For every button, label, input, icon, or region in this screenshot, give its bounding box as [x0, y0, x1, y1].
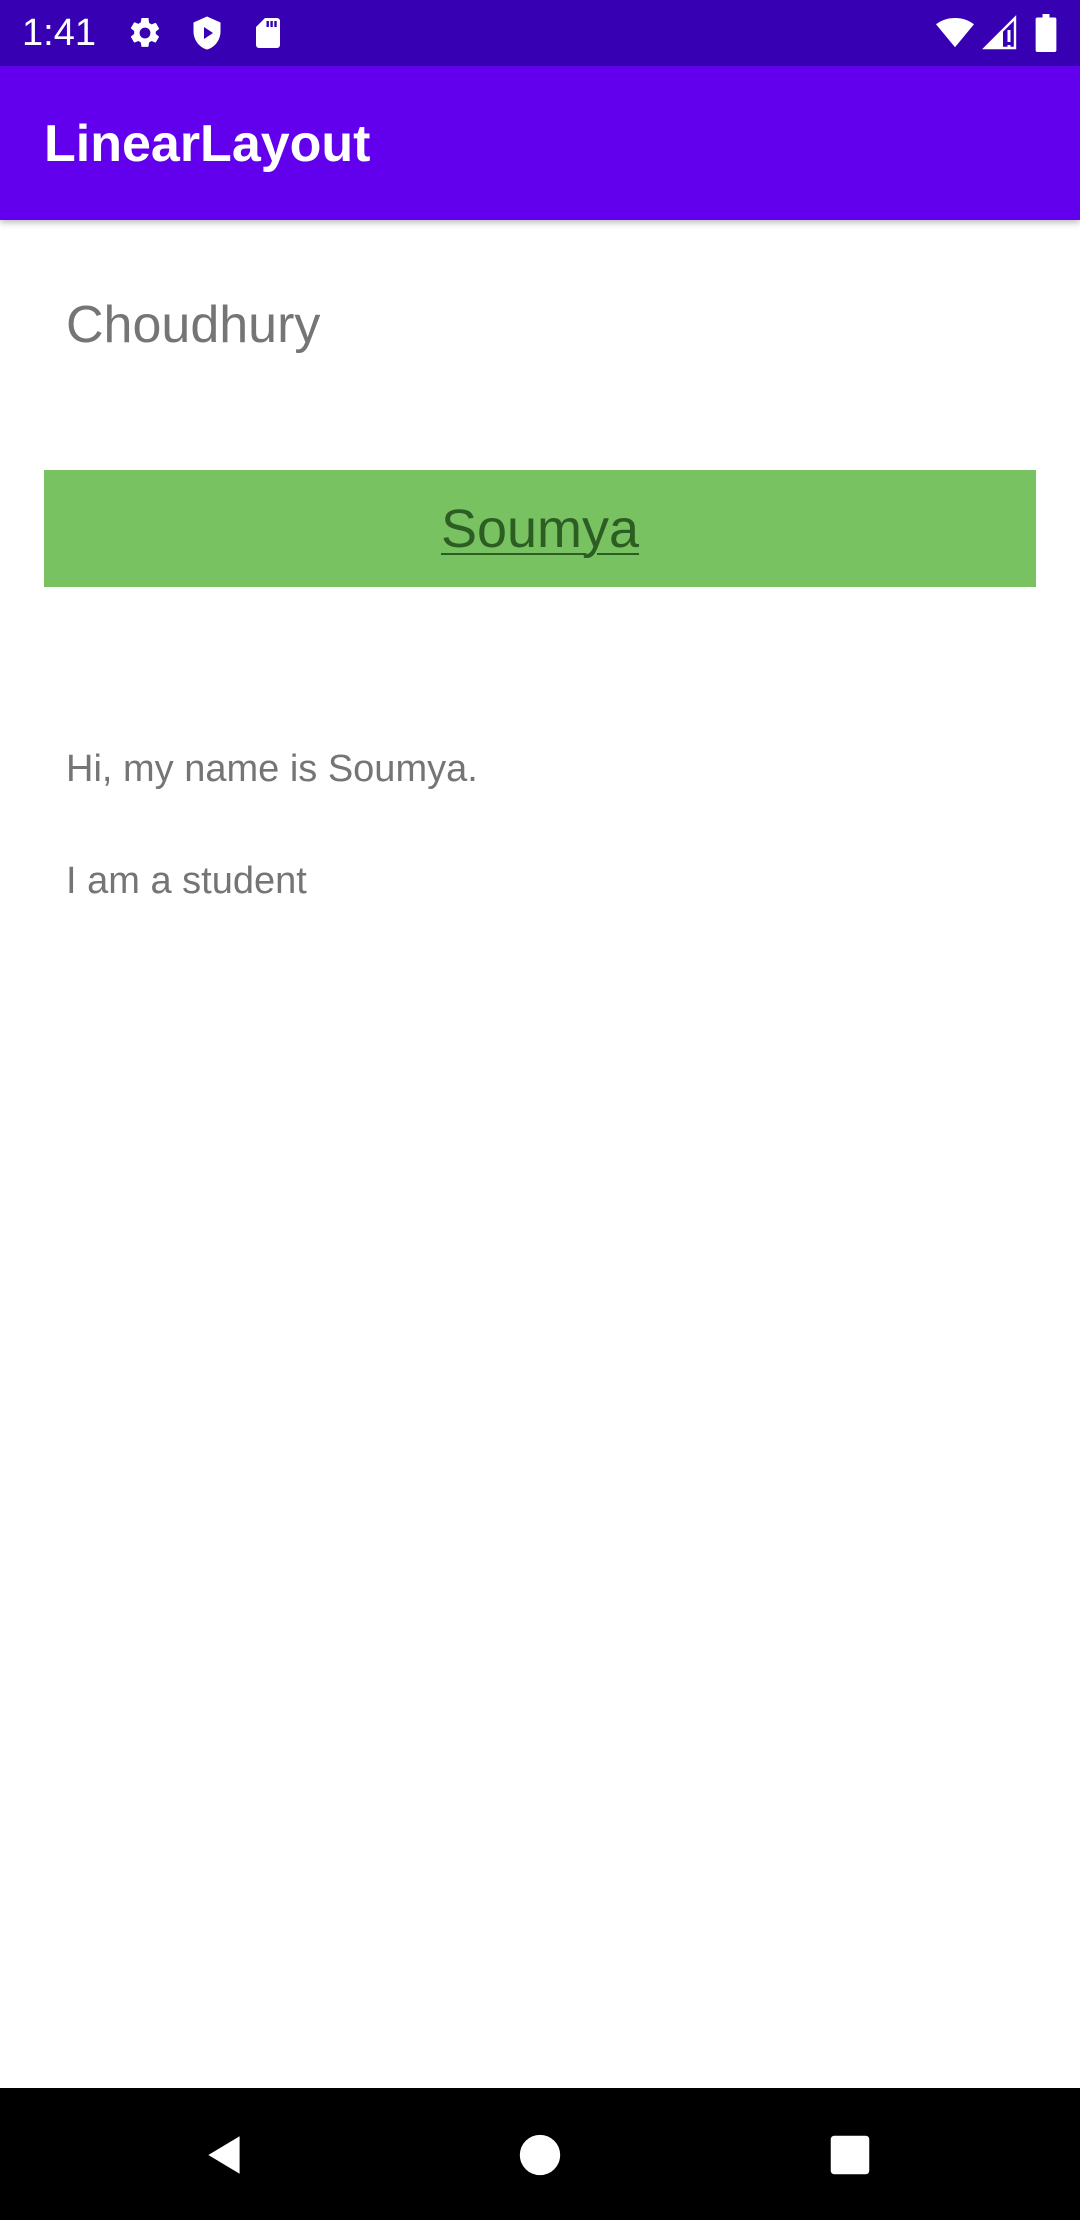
- surname-text: Choudhury: [66, 296, 321, 354]
- sd-card-icon: [250, 15, 286, 51]
- app-bar: LinearLayout: [0, 66, 1080, 220]
- recents-icon[interactable]: [815, 2120, 885, 2190]
- screen: 1:41 LinearLayout Choudhury Soumya Hi, m…: [0, 0, 1080, 2220]
- back-icon[interactable]: [190, 2120, 260, 2190]
- occupation-text: I am a student: [66, 860, 307, 902]
- status-time: 1:41: [22, 12, 96, 54]
- home-icon[interactable]: [505, 2120, 575, 2190]
- name-box: Soumya: [44, 470, 1036, 587]
- app-title: LinearLayout: [44, 115, 371, 173]
- name-box-label: Soumya: [440, 498, 640, 559]
- status-bar: 1:41: [0, 0, 1080, 66]
- wifi-icon: [935, 14, 975, 52]
- signal-icon: [982, 15, 1018, 51]
- gear-icon: [127, 15, 163, 51]
- navigation-bar: [0, 2088, 1080, 2220]
- battery-icon: [1035, 14, 1057, 52]
- shield-play-icon: [189, 15, 225, 51]
- intro-text: Hi, my name is Soumya.: [66, 748, 478, 790]
